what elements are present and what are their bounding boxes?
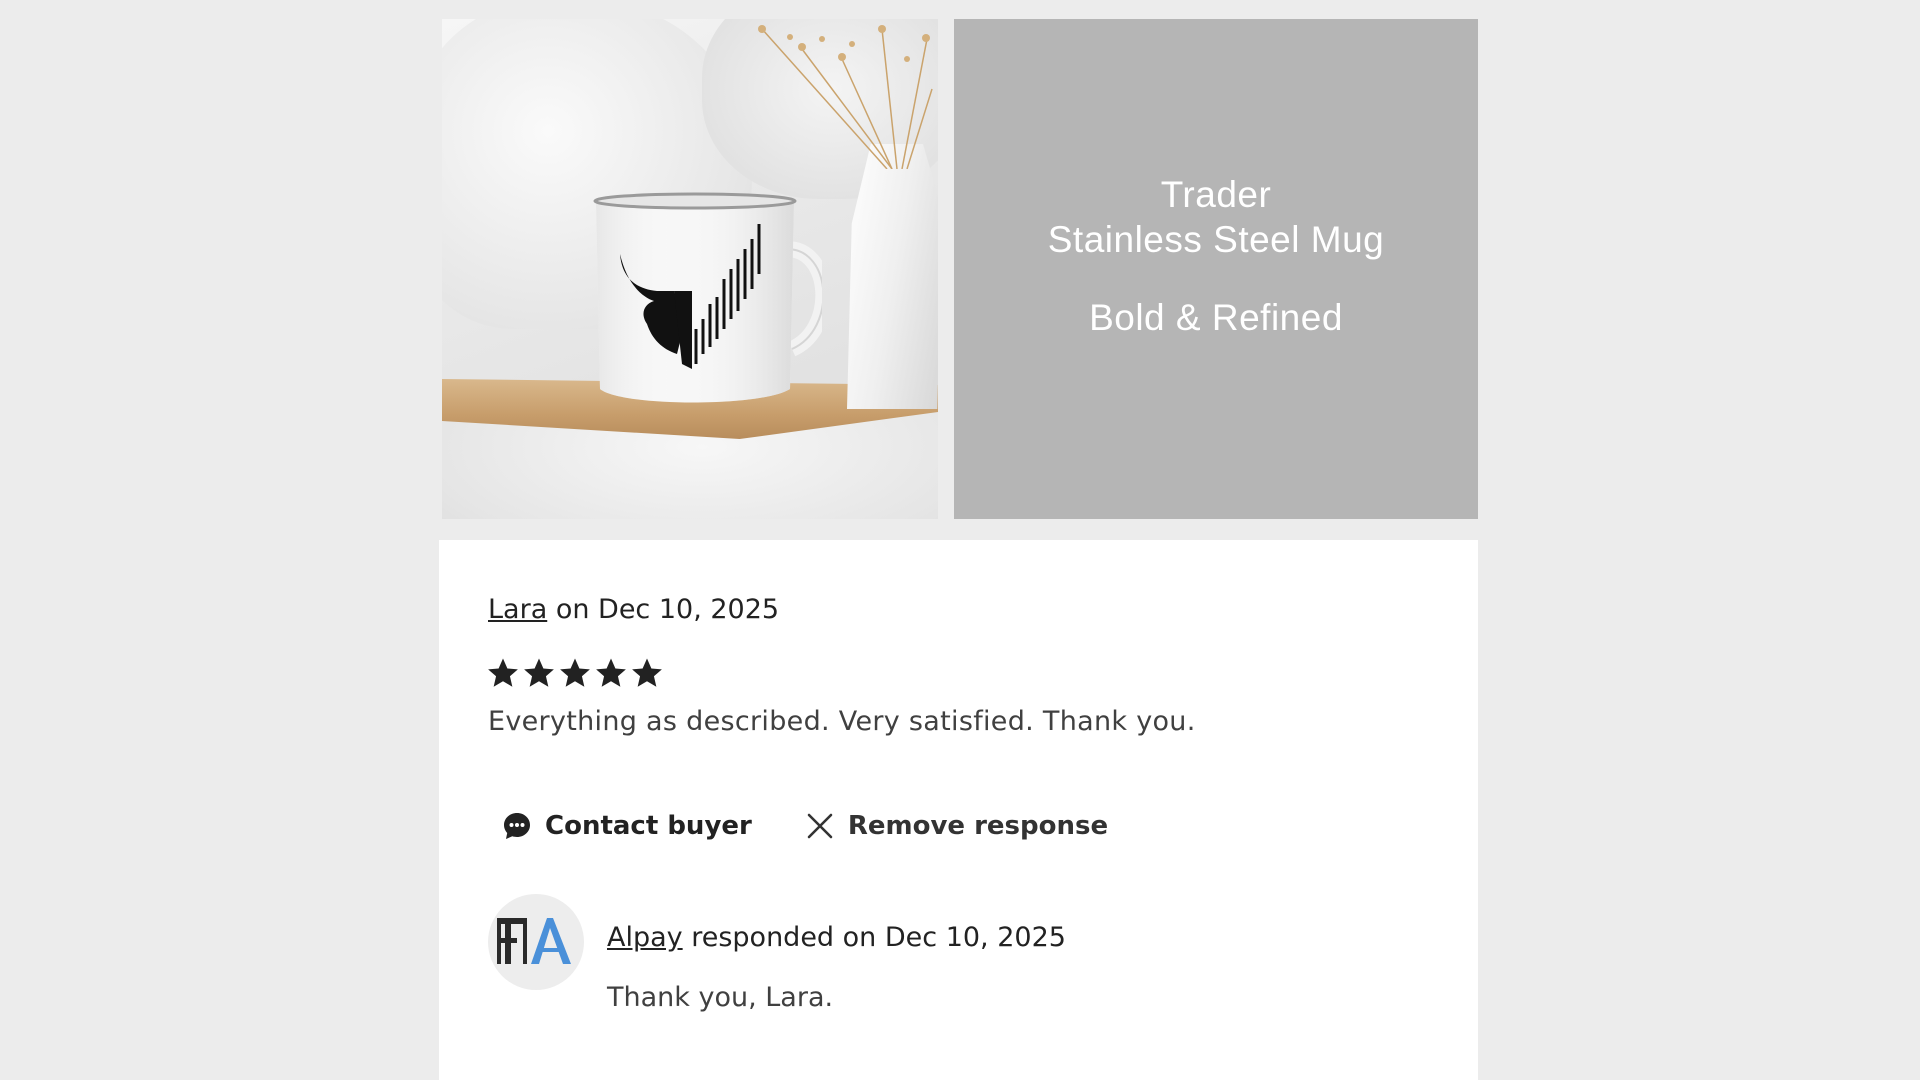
product-photo — [442, 19, 938, 519]
dried-flowers — [758, 25, 933, 169]
shop-logo — [497, 918, 571, 964]
review-date: on Dec 10, 2025 — [547, 594, 780, 625]
star-icon — [560, 658, 590, 687]
banner-title: Trader — [1160, 174, 1272, 215]
seller-link[interactable]: Alpay — [607, 922, 683, 953]
mug — [593, 192, 822, 403]
star-icon — [632, 658, 662, 687]
contact-buyer-label: Contact buyer — [545, 811, 752, 841]
review-meta: Lara on Dec 10, 2025 — [488, 594, 779, 625]
banner-subtitle: Stainless Steel Mug — [1047, 219, 1385, 260]
banner-tagline: Bold & Refined — [1089, 297, 1343, 338]
star-icon — [596, 658, 626, 687]
response-date: responded on Dec 10, 2025 — [682, 922, 1066, 953]
star-icon — [524, 658, 554, 687]
product-banner: Trader Stainless Steel Mug Bold & Refine… — [954, 19, 1478, 519]
response-text: Thank you, Lara. — [607, 982, 834, 1013]
seller-avatar[interactable] — [488, 894, 584, 990]
review-card: Lara on Dec 10, 2025 Everything as descr… — [439, 540, 1478, 1080]
review-actions: Contact buyer Remove response — [501, 810, 1108, 842]
remove-response-label: Remove response — [847, 811, 1109, 841]
review-text: Everything as described. Very satisfied.… — [488, 706, 1196, 737]
response-meta: Alpay responded on Dec 10, 2025 — [607, 922, 1066, 953]
close-icon — [807, 813, 833, 839]
page: Trader Stainless Steel Mug Bold & Refine… — [0, 0, 1920, 1080]
chat-bubble-icon — [504, 813, 530, 839]
contact-buyer-button[interactable]: Contact buyer — [501, 810, 752, 842]
reviewer-link[interactable]: Lara — [488, 594, 547, 625]
remove-response-button[interactable]: Remove response — [804, 810, 1108, 842]
star-rating — [486, 656, 664, 690]
star-icon — [488, 658, 518, 687]
